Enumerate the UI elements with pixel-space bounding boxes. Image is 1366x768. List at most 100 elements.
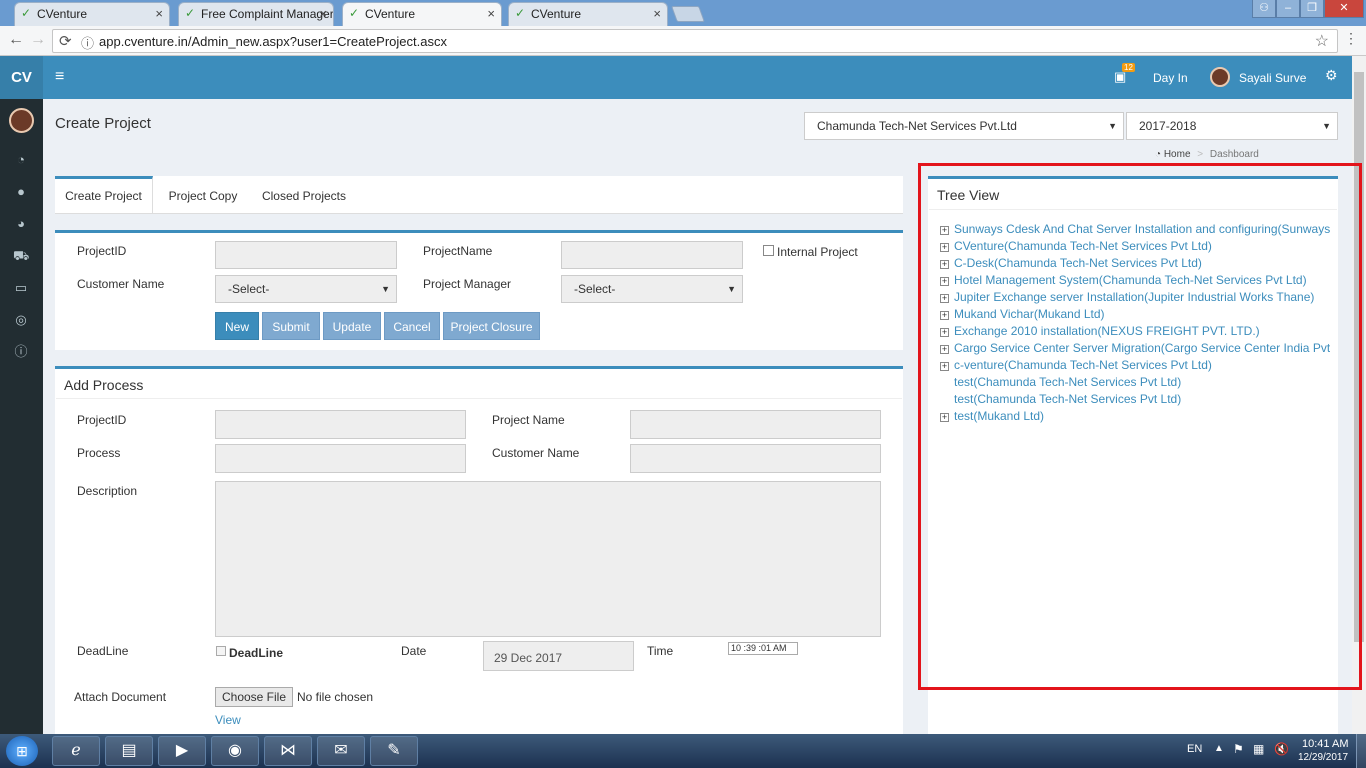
start-button-icon[interactable]: ⊞: [6, 736, 38, 766]
browser-tab-strip: ✓ CVenture × ✓ Free Complaint Manager × …: [0, 0, 1366, 26]
media-player-icon[interactable]: ▶: [158, 736, 206, 766]
back-icon[interactable]: ←: [8, 31, 24, 49]
update-button[interactable]: Update: [323, 312, 381, 340]
show-desktop-button[interactable]: [1356, 734, 1366, 768]
dashboard-icon[interactable]: ◔: [13, 152, 29, 168]
reload-icon[interactable]: ⟳: [59, 32, 72, 50]
project-manager-label: Project Manager: [423, 277, 512, 291]
browser-tab[interactable]: ✓ CVenture ×: [508, 2, 668, 26]
process-customer-input[interactable]: [630, 444, 881, 473]
cventure-favicon-icon: ✓: [515, 6, 526, 20]
visual-studio-icon[interactable]: ⋈: [264, 736, 312, 766]
project-manager-select-value: -Select-: [574, 282, 616, 296]
avatar[interactable]: [1210, 67, 1230, 87]
close-icon[interactable]: ×: [319, 3, 327, 25]
cart-icon[interactable]: ⛟: [13, 248, 29, 264]
chevron-down-icon: ▼: [1108, 121, 1117, 131]
paint-icon[interactable]: ✎: [370, 736, 418, 766]
close-icon[interactable]: ×: [487, 3, 495, 25]
tab-title: CVenture: [365, 7, 416, 21]
process-projectid-label: ProjectID: [77, 413, 127, 427]
day-in-button[interactable]: Day In: [1153, 71, 1188, 85]
project-closure-button[interactable]: Project Closure: [443, 312, 540, 340]
new-tab-button[interactable]: [671, 6, 705, 22]
date-input[interactable]: 29 Dec 2017: [483, 641, 634, 671]
tab-closed-projects[interactable]: Closed Projects: [255, 176, 353, 214]
forward-icon[interactable]: →: [30, 31, 46, 49]
close-window-button[interactable]: ✕: [1324, 0, 1364, 18]
cventure-favicon-icon: ✓: [185, 6, 196, 20]
browser-tab-active[interactable]: ✓ CVenture ×: [342, 2, 502, 26]
tab-create-project[interactable]: Create Project: [55, 176, 153, 214]
internet-explorer-icon[interactable]: ℯ: [52, 736, 100, 766]
chrome-icon[interactable]: ◉: [211, 736, 259, 766]
browser-tab[interactable]: ✓ CVenture ×: [14, 2, 170, 26]
customer-name-label: Customer Name: [77, 277, 165, 291]
notification-count-badge: 12: [1122, 63, 1135, 72]
add-process-title: Add Process: [64, 377, 144, 393]
maximize-button[interactable]: ❐: [1300, 0, 1324, 18]
internal-project-checkbox[interactable]: [763, 245, 774, 256]
flag-icon[interactable]: ⚑: [1233, 742, 1244, 756]
menu-icon[interactable]: ⋮: [1344, 30, 1358, 47]
projectid-input[interactable]: [215, 241, 397, 269]
hamburger-menu-icon[interactable]: ≡: [55, 68, 64, 86]
projectname-label: ProjectName: [423, 244, 493, 258]
breadcrumb-home[interactable]: Home: [1164, 149, 1191, 160]
process-projectname-input[interactable]: [630, 410, 881, 439]
show-hidden-icons-icon[interactable]: ▲: [1214, 743, 1224, 754]
process-projectname-label: Project Name: [492, 413, 565, 427]
time-input[interactable]: 10 :39 :01 AM: [728, 642, 798, 655]
year-select[interactable]: 2017-2018 ▼: [1126, 112, 1338, 140]
info-icon[interactable]: ⓘ: [13, 344, 29, 360]
outlook-icon[interactable]: ✉: [317, 736, 365, 766]
sidebar-avatar[interactable]: [9, 108, 34, 133]
pie-chart-icon[interactable]: ◕: [13, 216, 29, 232]
tab-title: CVenture: [37, 7, 88, 21]
view-link[interactable]: View: [215, 713, 241, 727]
user-name[interactable]: Sayali Surve: [1239, 71, 1306, 85]
new-button[interactable]: New: [215, 312, 259, 340]
url-input[interactable]: ⟳ ⓘ app.cventure.in/Admin_new.aspx?user1…: [52, 29, 1338, 53]
projectname-input[interactable]: [561, 241, 743, 269]
company-select[interactable]: Chamunda Tech-Net Services Pvt.Ltd ▼: [804, 112, 1124, 140]
internal-project-label: Internal Project: [777, 245, 858, 259]
user-icon[interactable]: ●: [13, 184, 29, 200]
language-indicator[interactable]: EN: [1187, 743, 1202, 755]
bookmark-star-icon[interactable]: ☆: [1315, 31, 1329, 51]
deadline-checkbox[interactable]: [216, 646, 226, 656]
date-label: Date: [401, 644, 427, 658]
process-projectid-input[interactable]: [215, 410, 466, 439]
company-select-value: Chamunda Tech-Net Services Pvt.Ltd: [817, 119, 1017, 133]
browser-tab[interactable]: ✓ Free Complaint Manager ×: [178, 2, 334, 26]
close-icon[interactable]: ×: [155, 3, 163, 25]
clock-date[interactable]: 12/29/2017: [1298, 752, 1348, 763]
credit-card-icon[interactable]: ▭: [13, 280, 29, 296]
customer-select-value: -Select-: [228, 282, 270, 296]
info-icon[interactable]: ⓘ: [81, 33, 94, 52]
project-manager-select[interactable]: -Select- ▼: [561, 275, 743, 303]
process-input[interactable]: [215, 444, 466, 473]
settings-gears-icon[interactable]: ⚙: [1325, 67, 1338, 84]
close-icon[interactable]: ×: [653, 3, 661, 25]
app-logo[interactable]: CV: [0, 56, 43, 99]
cventure-favicon-icon: ✓: [21, 6, 32, 20]
minimize-button[interactable]: –: [1276, 0, 1300, 18]
divider: [56, 398, 902, 399]
tab-project-copy[interactable]: Project Copy: [163, 176, 243, 214]
customer-select[interactable]: -Select- ▼: [215, 275, 397, 303]
breadcrumb: ◔ Home > Dashboard: [1155, 149, 1259, 160]
tab-title: Free Complaint Manager: [201, 7, 334, 21]
choose-file-button[interactable]: Choose File: [215, 687, 293, 707]
volume-muted-icon[interactable]: 🔇: [1274, 742, 1289, 756]
file-explorer-icon[interactable]: ▤: [105, 736, 153, 766]
no-file-chosen-text: No file chosen: [297, 690, 374, 704]
clock-time[interactable]: 10:41 AM: [1302, 738, 1348, 750]
highlight-rectangle: [918, 163, 1362, 690]
cancel-button[interactable]: Cancel: [384, 312, 440, 340]
support-icon[interactable]: ◎: [13, 312, 29, 328]
user-profile-icon[interactable]: ⚇: [1252, 0, 1276, 18]
network-icon[interactable]: ▦: [1253, 742, 1264, 756]
submit-button[interactable]: Submit: [262, 312, 320, 340]
description-textarea[interactable]: [215, 481, 881, 637]
